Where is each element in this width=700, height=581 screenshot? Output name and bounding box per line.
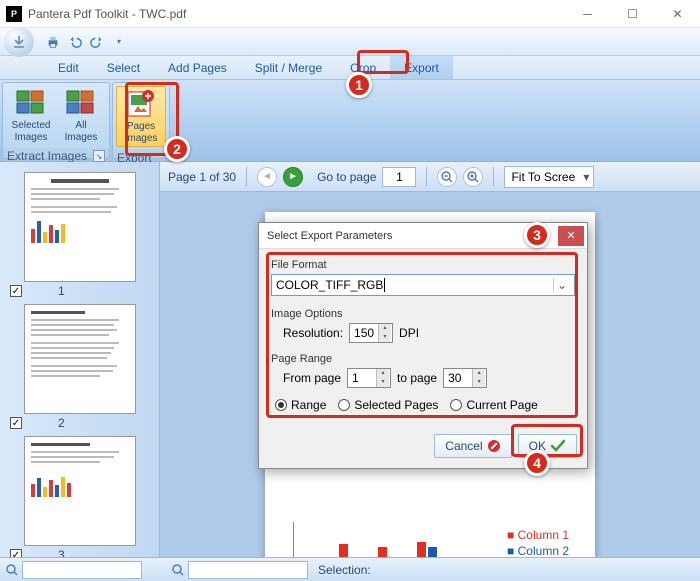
thumbnail-search-input[interactable]: [22, 561, 142, 579]
search-icon: [6, 564, 18, 576]
group-extract-images-label: Extract Images: [7, 149, 87, 163]
thumbnail-checkbox[interactable]: ✓: [10, 549, 22, 557]
file-format-value: COLOR_TIFF_RGB: [276, 278, 383, 292]
pages-images-label: Pages Images: [125, 121, 158, 144]
pages-images-icon: [125, 89, 157, 119]
qat-dropdown[interactable]: ▾: [109, 32, 129, 52]
dpi-label: DPI: [399, 326, 419, 340]
dialog-close-button[interactable]: ✕: [558, 226, 584, 246]
thumbnail-number: 3: [58, 548, 65, 557]
from-page-label: From page: [283, 371, 341, 385]
thumbnail-2[interactable]: ✓ 2: [6, 304, 144, 430]
file-format-label: File Format: [271, 259, 575, 271]
maximize-button[interactable]: ☐: [610, 0, 655, 28]
prev-page-button[interactable]: ◄: [257, 167, 277, 187]
thumbnail-pane[interactable]: ✓ 1 ✓ 2 ✓ 3: [0, 162, 160, 557]
minimize-button[interactable]: ─: [565, 0, 610, 28]
radio-selected-pages[interactable]: Selected Pages: [338, 398, 438, 412]
download-arrow-icon: [11, 34, 27, 50]
zoom-out-button[interactable]: [437, 167, 457, 187]
radio-range[interactable]: Range: [275, 398, 326, 412]
annotation-4: 4: [524, 450, 550, 476]
from-page-value: 1: [352, 371, 359, 385]
resolution-label: Resolution:: [283, 326, 343, 340]
ribbon-group-extract-images: Selected Images All Images Extract Image…: [2, 82, 110, 159]
selected-images-label: Selected Images: [12, 120, 51, 143]
next-page-button[interactable]: ►: [283, 167, 303, 187]
thumbnail-number: 2: [58, 416, 65, 430]
tab-add-pages[interactable]: Add Pages: [154, 56, 241, 79]
resolution-value: 150: [354, 326, 374, 340]
zoom-out-icon: [441, 171, 453, 183]
ok-check-icon: [550, 439, 566, 453]
thumbnail-checkbox[interactable]: ✓: [10, 285, 22, 297]
cancel-icon: [487, 439, 501, 453]
annotation-3: 3: [524, 222, 550, 248]
goto-label: Go to page: [317, 170, 376, 184]
page-chart: Column 1 Column 2 Column 3: [293, 522, 567, 557]
to-page-label: to page: [397, 371, 437, 385]
to-page-spinner[interactable]: 30: [443, 368, 487, 388]
thumbnail-3[interactable]: ✓ 3: [6, 436, 144, 557]
app-menu-button[interactable]: [4, 27, 34, 57]
thumbnail-1[interactable]: ✓ 1: [6, 172, 144, 298]
status-bar: Selection:: [0, 557, 700, 581]
tab-edit[interactable]: Edit: [44, 56, 93, 79]
page-indicator: Page 1 of 30: [168, 170, 236, 184]
thumbnail-image: [24, 304, 136, 414]
print-button[interactable]: [43, 32, 63, 52]
zoom-in-icon: [467, 171, 479, 183]
search-icon: [172, 564, 184, 576]
zoom-in-button[interactable]: [463, 167, 483, 187]
all-images-button[interactable]: All Images: [56, 86, 106, 145]
radio-icon: [450, 399, 462, 411]
app-icon: P: [6, 6, 22, 22]
pages-images-button[interactable]: Pages Images: [116, 86, 166, 147]
tab-select[interactable]: Select: [93, 56, 154, 79]
selected-images-icon: [15, 88, 47, 118]
export-parameters-dialog: Select Export Parameters ✕ File Format C…: [258, 222, 588, 469]
cancel-button[interactable]: Cancel: [434, 434, 511, 458]
printer-icon: [46, 35, 60, 49]
quick-access-bar: ▾: [0, 28, 700, 56]
thumbnail-image: [24, 172, 136, 282]
ribbon-group-export: Pages Images Export: [112, 82, 170, 159]
to-page-value: 30: [448, 371, 461, 385]
page-range-label: Page Range: [271, 353, 575, 365]
dialog-title: Select Export Parameters: [267, 230, 558, 242]
undo-button[interactable]: [65, 32, 85, 52]
undo-icon: [68, 35, 82, 49]
thumbnail-image: [24, 436, 136, 546]
page-toolbar: Page 1 of 30 ◄ ► Go to page Fit To Scree: [160, 162, 700, 192]
fit-mode-label: Fit To Scree: [511, 170, 575, 184]
redo-button[interactable]: [87, 32, 107, 52]
fit-mode-select[interactable]: Fit To Scree: [504, 166, 594, 188]
page-search-input[interactable]: [188, 561, 308, 579]
tab-split-merge[interactable]: Split / Merge: [241, 56, 336, 79]
group-extract-expand[interactable]: ↘: [93, 150, 105, 162]
resolution-spinner[interactable]: 150: [349, 323, 393, 343]
titlebar: P Pantera Pdf Toolkit - TWC.pdf ─ ☐ ✕: [0, 0, 700, 28]
file-format-combo[interactable]: COLOR_TIFF_RGB: [271, 274, 575, 296]
selected-images-button[interactable]: Selected Images: [6, 86, 56, 145]
image-options-label: Image Options: [271, 308, 575, 320]
close-button[interactable]: ✕: [655, 0, 700, 28]
all-images-icon: [65, 88, 97, 118]
annotation-1: 1: [346, 72, 372, 98]
goto-page-input[interactable]: [382, 167, 416, 187]
window-title: Pantera Pdf Toolkit - TWC.pdf: [28, 7, 565, 21]
cancel-label: Cancel: [445, 439, 482, 453]
thumbnail-number: 1: [58, 284, 65, 298]
tab-export[interactable]: Export: [390, 56, 453, 79]
thumbnail-checkbox[interactable]: ✓: [10, 417, 22, 429]
radio-icon: [275, 399, 287, 411]
selection-label: Selection:: [318, 563, 371, 577]
chart-legend: Column 1 Column 2 Column 3: [507, 528, 569, 557]
redo-icon: [90, 35, 104, 49]
annotation-2: 2: [164, 136, 190, 162]
all-images-label: All Images: [65, 120, 98, 143]
radio-icon: [338, 399, 350, 411]
radio-current-page[interactable]: Current Page: [450, 398, 537, 412]
from-page-spinner[interactable]: 1: [347, 368, 391, 388]
